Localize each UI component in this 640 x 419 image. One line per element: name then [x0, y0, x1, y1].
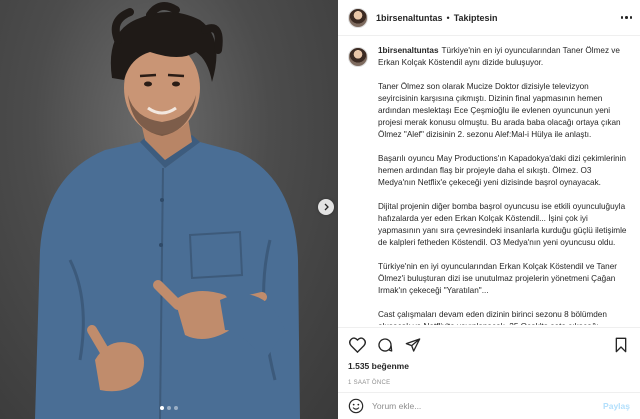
- caption-paragraph: Dijital projenin diğer bomba başrol oyun…: [378, 202, 627, 247]
- slide-dot: [160, 406, 164, 410]
- post-actions: 1.535 beğenme 1 SAAT ÖNCE: [338, 327, 640, 386]
- caption-paragraph: 1birsenaltuntas Türkiye'nin en iyi oyuncu…: [378, 46, 620, 67]
- like-count[interactable]: 1.535 beğenme: [348, 361, 630, 371]
- comment-icon[interactable]: [376, 336, 394, 354]
- post-comment-button[interactable]: Paylaş: [603, 401, 630, 411]
- add-comment-bar: Paylaş: [338, 392, 640, 419]
- caption-avatar[interactable]: [348, 47, 368, 67]
- post-side-panel: 1birsenaltuntas • Takiptesin 1birsenaltu…: [338, 0, 640, 419]
- next-slide-button[interactable]: [318, 199, 334, 215]
- author-username[interactable]: 1birsenaltuntas: [376, 13, 443, 23]
- caption-username[interactable]: 1birsenaltuntas: [378, 46, 439, 55]
- bookmark-icon[interactable]: [612, 336, 630, 354]
- header-separator: •: [446, 12, 450, 23]
- more-options-icon[interactable]: [620, 16, 632, 19]
- slide-dot: [174, 406, 178, 410]
- caption-paragraph: Türkiye'nin en iyi oyuncularından Erkan …: [378, 262, 617, 295]
- post-photo[interactable]: [0, 0, 338, 419]
- share-send-icon[interactable]: [404, 336, 422, 354]
- post-timestamp[interactable]: 1 SAAT ÖNCE: [348, 380, 630, 386]
- comments-area[interactable]: 1birsenaltuntas Türkiye'nin en iyi oyuncu…: [338, 37, 640, 325]
- caption-paragraph: Başarılı oyuncu May Productions'ın Kapad…: [378, 154, 626, 187]
- emoji-icon[interactable]: [348, 398, 364, 414]
- action-icons: [348, 334, 630, 356]
- comment-input[interactable]: [372, 401, 604, 411]
- author-avatar[interactable]: [348, 7, 368, 28]
- caption-paragraph: Taner Ölmez son olarak Mucize Doktor diz…: [378, 82, 621, 139]
- post-caption: 1birsenaltuntas Türkiye'nin en iyi oyuncu…: [348, 45, 630, 325]
- caption-text: 1birsenaltuntas Türkiye'nin en iyi oyuncu…: [378, 45, 630, 325]
- caption-paragraph: Cast çalışmaları devam eden dizinin biri…: [378, 310, 607, 325]
- like-heart-icon[interactable]: [348, 336, 366, 354]
- post-header: 1birsenaltuntas • Takiptesin: [338, 0, 640, 36]
- following-button[interactable]: Takiptesin: [454, 13, 498, 23]
- slide-indicator: [0, 406, 338, 410]
- portrait-image: [35, 2, 300, 419]
- chevron-right-icon: [324, 203, 329, 211]
- slide-dot: [167, 406, 171, 410]
